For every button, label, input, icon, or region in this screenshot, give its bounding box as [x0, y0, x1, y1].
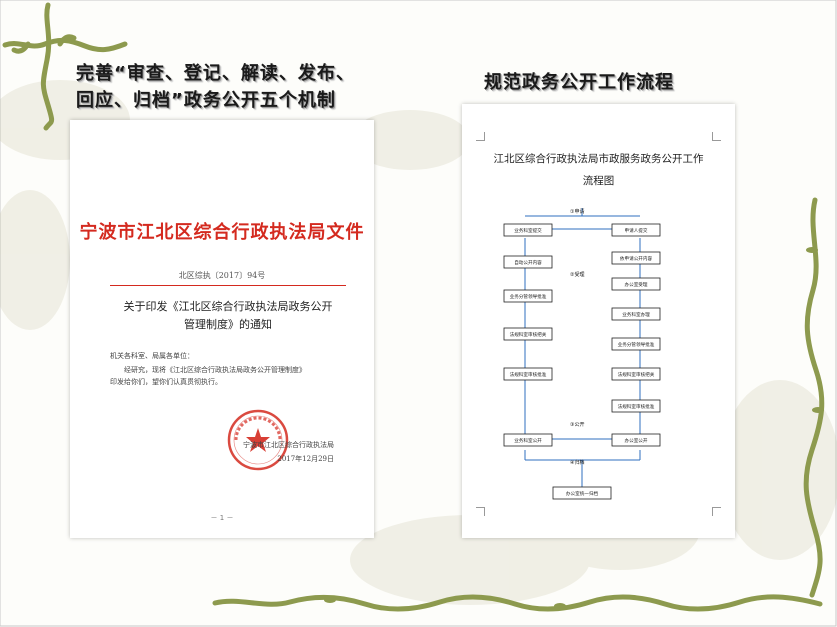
flow-step-right-label: 申请人提交: [625, 227, 648, 234]
stage-label: ④归档: [570, 459, 584, 466]
flow-step-left-label: 业务科室公开: [514, 437, 542, 444]
flowchart-document-page: 江北区综合行政执法局市政服务政务公开工作 流程图 ①申请 ②受理 ③公开 ④归档: [462, 104, 735, 538]
heading-line-2: 回应、归档”政务公开五个机制: [76, 90, 336, 111]
flowchart-boxes: 业务科室提交自动公开内容业务分管领导批准法规科室审核把关法规科室审核批准业务科室…: [503, 223, 661, 500]
flowchart-diagram: ①申请 ②受理 ③公开 ④归档 业务科室提交自动公开内容业务分管领导批准法规科室…: [503, 208, 661, 500]
document-signature: 宁波市江北区综合行政执法局 2017年12月29日: [243, 438, 334, 466]
flow-step-right-label: 业务科室办理: [622, 311, 650, 318]
stage-label: ②受理: [570, 271, 584, 278]
stage-label: ③公开: [570, 422, 584, 428]
signature-org: 宁波市江北区综合行政执法局: [243, 441, 334, 449]
flow-step-left-label: 业务分管领导批准: [510, 293, 547, 300]
heading-line-1: 完善“审查、登记、解读、发布、: [76, 63, 355, 84]
signature-date: 2017年12月29日: [277, 455, 334, 463]
slide-heading-workflow: 规范政务公开工作流程: [484, 72, 674, 93]
notice-title-line-1: 关于印发《江北区综合行政执法局政务公开: [123, 300, 333, 313]
flow-step-right-label: 依申请公开内容: [620, 255, 653, 262]
notice-title: 关于印发《江北区综合行政执法局政务公开 管理制度》的通知: [110, 298, 346, 334]
document-body-line-2: 印发给你们，望你们认真贯彻执行。: [110, 378, 222, 386]
official-document-page: 宁波市江北区综合行政执法局文件 北区综执〔2017〕94号 关于印发《江北区综合…: [70, 120, 374, 538]
flowchart-stage-labels: ①申请 ②受理 ③公开 ④归档: [570, 208, 584, 466]
page-number: － 1 －: [210, 514, 234, 522]
document-number: 北区综执〔2017〕94号: [178, 271, 266, 280]
flow-step-right-label: 法规科室审核批准: [618, 403, 655, 410]
flow-step-left-label: 法规科室审核把关: [510, 331, 547, 338]
flow-step-right-label: 办公室公开: [625, 437, 648, 444]
flow-step-left-label: 自动公开内容: [514, 259, 542, 266]
document-red-header: 宁波市江北区综合行政执法局文件: [79, 222, 365, 243]
flow-step-final-label: 办公室统一归档: [566, 490, 599, 497]
flow-step-right-label: 业务分管领导批准: [618, 341, 655, 348]
stage-label: ①申请: [570, 208, 584, 215]
presentation-slide: 完善“审查、登记、解读、发布、 回应、归档”政务公开五个机制 规范政务公开工作流…: [0, 0, 837, 627]
notice-title-line-2: 管理制度》的通知: [184, 318, 272, 331]
slide-heading-mechanisms: 完善“审查、登记、解读、发布、 回应、归档”政务公开五个机制: [76, 60, 406, 114]
document-salutation: 机关各科室、局属各单位：: [110, 352, 194, 360]
flow-step-right-label: 法规科室审核把关: [618, 371, 655, 378]
flow-step-left-label: 法规科室审核批准: [510, 371, 547, 378]
red-divider: [110, 285, 346, 286]
flow-step-right-label: 办公室受理: [625, 281, 648, 288]
flow-step-left-label: 业务科室提交: [514, 227, 542, 234]
document-body-line-1: 经研究，现将《江北区综合行政执法局政务公开管理制度》: [124, 366, 306, 374]
